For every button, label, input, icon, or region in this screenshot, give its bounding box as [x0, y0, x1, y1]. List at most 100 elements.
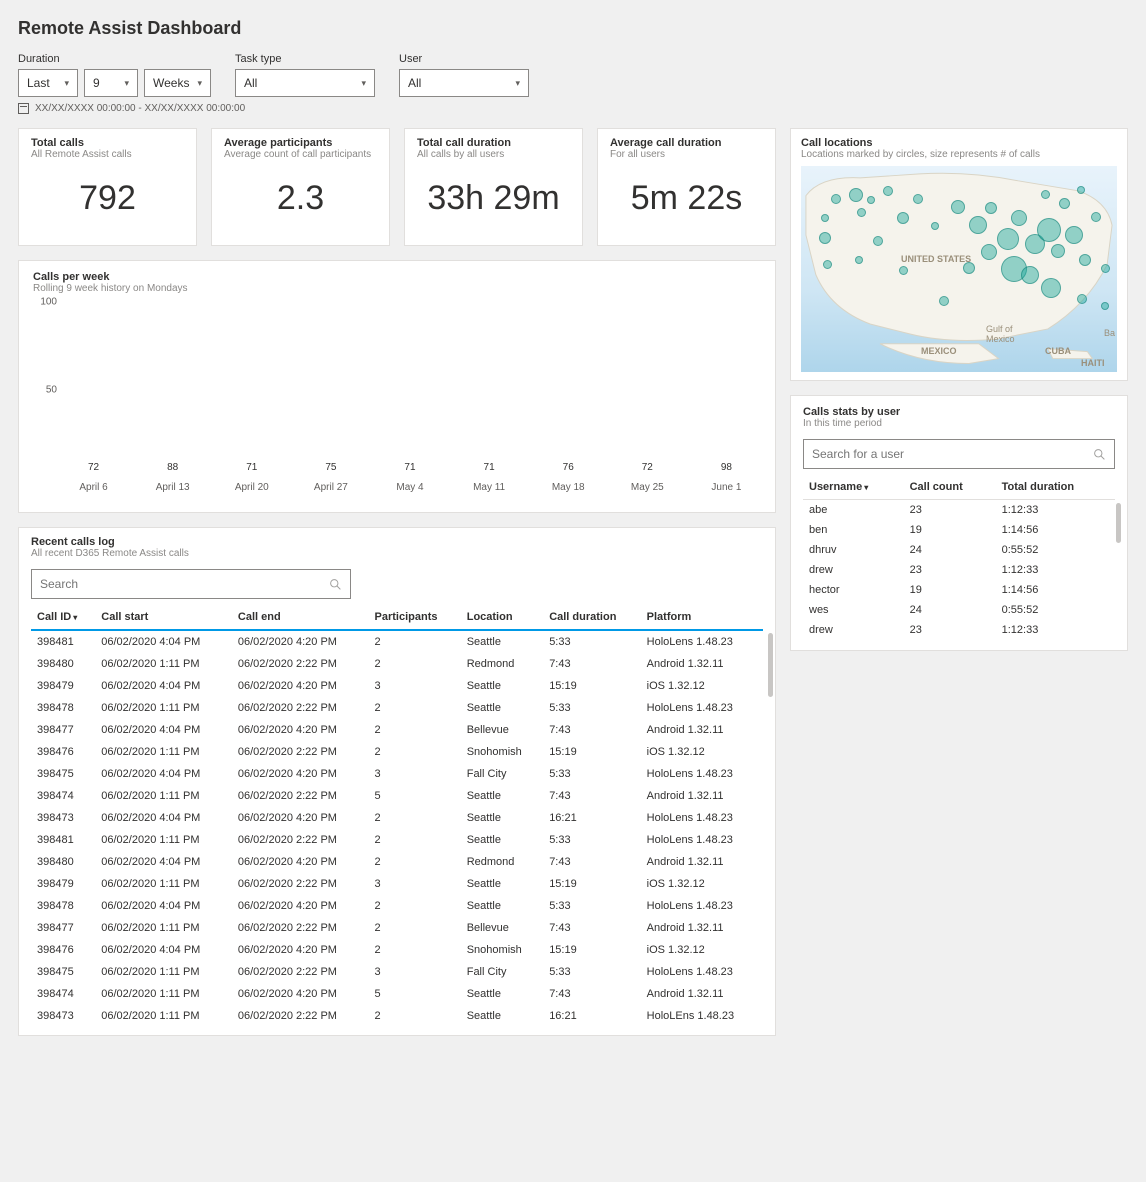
map-data-point[interactable]: [897, 212, 909, 224]
table-row[interactable]: 39847706/02/2020 1:11 PM06/02/2020 2:22 …: [31, 917, 763, 939]
table-cell: 06/02/2020 2:22 PM: [232, 829, 369, 851]
calls-search-box[interactable]: [31, 569, 351, 599]
map-data-point[interactable]: [997, 228, 1019, 250]
table-header[interactable]: Username▾: [803, 475, 904, 500]
user-select[interactable]: All ▾: [399, 69, 529, 97]
map-data-point[interactable]: [939, 296, 949, 306]
table-header[interactable]: Location: [461, 605, 543, 630]
table-cell: 2: [369, 807, 461, 829]
map-data-point[interactable]: [969, 216, 987, 234]
map-data-point[interactable]: [1101, 302, 1109, 310]
table-cell: HoloLens 1.48.23: [641, 829, 763, 851]
map-data-point[interactable]: [1077, 294, 1087, 304]
table-header[interactable]: Platform: [641, 605, 763, 630]
map-data-point[interactable]: [821, 214, 829, 222]
table-row[interactable]: drew231:12:33: [803, 620, 1115, 640]
table-row[interactable]: drew231:12:33: [803, 560, 1115, 580]
table-row[interactable]: 39848106/02/2020 4:04 PM06/02/2020 4:20 …: [31, 630, 763, 653]
duration-mode-select[interactable]: Last ▾: [18, 69, 78, 97]
map-data-point[interactable]: [823, 260, 832, 269]
table-row[interactable]: 39848106/02/2020 1:11 PM06/02/2020 2:22 …: [31, 829, 763, 851]
map-data-point[interactable]: [849, 188, 863, 202]
table-row[interactable]: 39847306/02/2020 1:11 PM06/02/2020 2:22 …: [31, 1005, 763, 1027]
map-data-point[interactable]: [899, 266, 908, 275]
map-data-point[interactable]: [1065, 226, 1083, 244]
x-axis-label: April 27: [302, 482, 359, 502]
map-data-point[interactable]: [931, 222, 939, 230]
calls-search-input[interactable]: [40, 577, 329, 591]
map-data-point[interactable]: [981, 244, 997, 260]
map-data-point[interactable]: [1059, 198, 1070, 209]
user-search-box[interactable]: [803, 439, 1115, 469]
table-header[interactable]: Call start: [95, 605, 232, 630]
table-row[interactable]: 39847506/02/2020 4:04 PM06/02/2020 4:20 …: [31, 763, 763, 785]
table-cell: 15:19: [543, 939, 640, 961]
table-row[interactable]: hector191:14:56: [803, 580, 1115, 600]
table-cell: 3: [369, 675, 461, 697]
map-data-point[interactable]: [963, 262, 975, 274]
table-row[interactable]: dhruv240:55:52: [803, 540, 1115, 560]
table-cell: 2: [369, 829, 461, 851]
duration-count-select[interactable]: 9 ▾: [84, 69, 138, 97]
map-data-point[interactable]: [831, 194, 841, 204]
map-data-point[interactable]: [873, 236, 883, 246]
map-data-point[interactable]: [1077, 186, 1085, 194]
table-row[interactable]: wes240:55:52: [803, 600, 1115, 620]
map[interactable]: UNITED STATES MEXICO Gulf of Mexico CUBA…: [801, 166, 1117, 372]
table-row[interactable]: 39847906/02/2020 1:11 PM06/02/2020 2:22 …: [31, 873, 763, 895]
table-row[interactable]: ben191:14:56: [803, 520, 1115, 540]
map-data-point[interactable]: [867, 196, 875, 204]
table-cell: 3: [369, 763, 461, 785]
table-header[interactable]: Call count: [904, 475, 996, 500]
table-row[interactable]: 39847306/02/2020 4:04 PM06/02/2020 4:20 …: [31, 807, 763, 829]
table-header[interactable]: Call end: [232, 605, 369, 630]
table-row[interactable]: 39848006/02/2020 1:11 PM06/02/2020 2:22 …: [31, 653, 763, 675]
map-data-point[interactable]: [883, 186, 893, 196]
table-row[interactable]: 39848006/02/2020 4:04 PM06/02/2020 4:20 …: [31, 851, 763, 873]
scrollbar[interactable]: [768, 633, 773, 697]
table-header[interactable]: Total duration: [996, 475, 1115, 500]
scrollbar[interactable]: [1116, 503, 1121, 543]
call-locations-card: Call locations Locations marked by circl…: [790, 128, 1128, 381]
table-row[interactable]: 39847806/02/2020 4:04 PM06/02/2020 4:20 …: [31, 895, 763, 917]
map-data-point[interactable]: [951, 200, 965, 214]
table-row[interactable]: 39847406/02/2020 1:11 PM06/02/2020 4:20 …: [31, 983, 763, 1005]
user-search-input[interactable]: [812, 447, 1093, 461]
map-data-point[interactable]: [1041, 190, 1050, 199]
table-row[interactable]: 39847806/02/2020 1:11 PM06/02/2020 2:22 …: [31, 697, 763, 719]
x-axis-label: May 25: [619, 482, 676, 502]
table-row[interactable]: abe231:12:33: [803, 500, 1115, 521]
table-header[interactable]: Call duration: [543, 605, 640, 630]
table-cell: 06/02/2020 1:11 PM: [95, 961, 232, 983]
table-row[interactable]: 39847606/02/2020 4:04 PM06/02/2020 4:20 …: [31, 939, 763, 961]
map-data-point[interactable]: [913, 194, 923, 204]
table-cell: 06/02/2020 1:11 PM: [95, 873, 232, 895]
table-cell: 3: [369, 961, 461, 983]
map-data-point[interactable]: [985, 202, 997, 214]
duration-unit-select[interactable]: Weeks ▾: [144, 69, 211, 97]
map-data-point[interactable]: [1011, 210, 1027, 226]
table-row[interactable]: 39847606/02/2020 1:11 PM06/02/2020 2:22 …: [31, 741, 763, 763]
map-data-point[interactable]: [855, 256, 863, 264]
table-header[interactable]: Call ID▾: [31, 605, 95, 630]
map-data-point[interactable]: [1041, 278, 1061, 298]
map-data-point[interactable]: [1101, 264, 1110, 273]
table-header[interactable]: Participants: [369, 605, 461, 630]
map-data-point[interactable]: [1051, 244, 1065, 258]
map-data-point[interactable]: [1079, 254, 1091, 266]
map-data-point[interactable]: [1091, 212, 1101, 222]
table-row[interactable]: 39847906/02/2020 4:04 PM06/02/2020 4:20 …: [31, 675, 763, 697]
kpi-value: 5m 22s: [610, 160, 763, 237]
table-cell: 5:33: [543, 763, 640, 785]
task-type-select[interactable]: All ▾: [235, 69, 375, 97]
map-data-point[interactable]: [857, 208, 866, 217]
map-data-point[interactable]: [1037, 218, 1061, 242]
table-row[interactable]: 39847706/02/2020 4:04 PM06/02/2020 4:20 …: [31, 719, 763, 741]
table-cell: 06/02/2020 2:22 PM: [232, 785, 369, 807]
table-row[interactable]: 39847506/02/2020 1:11 PM06/02/2020 2:22 …: [31, 961, 763, 983]
table-cell: 06/02/2020 1:11 PM: [95, 653, 232, 675]
table-cell: 2: [369, 719, 461, 741]
map-data-point[interactable]: [819, 232, 831, 244]
table-row[interactable]: 39847406/02/2020 1:11 PM06/02/2020 2:22 …: [31, 785, 763, 807]
map-data-point[interactable]: [1021, 266, 1039, 284]
